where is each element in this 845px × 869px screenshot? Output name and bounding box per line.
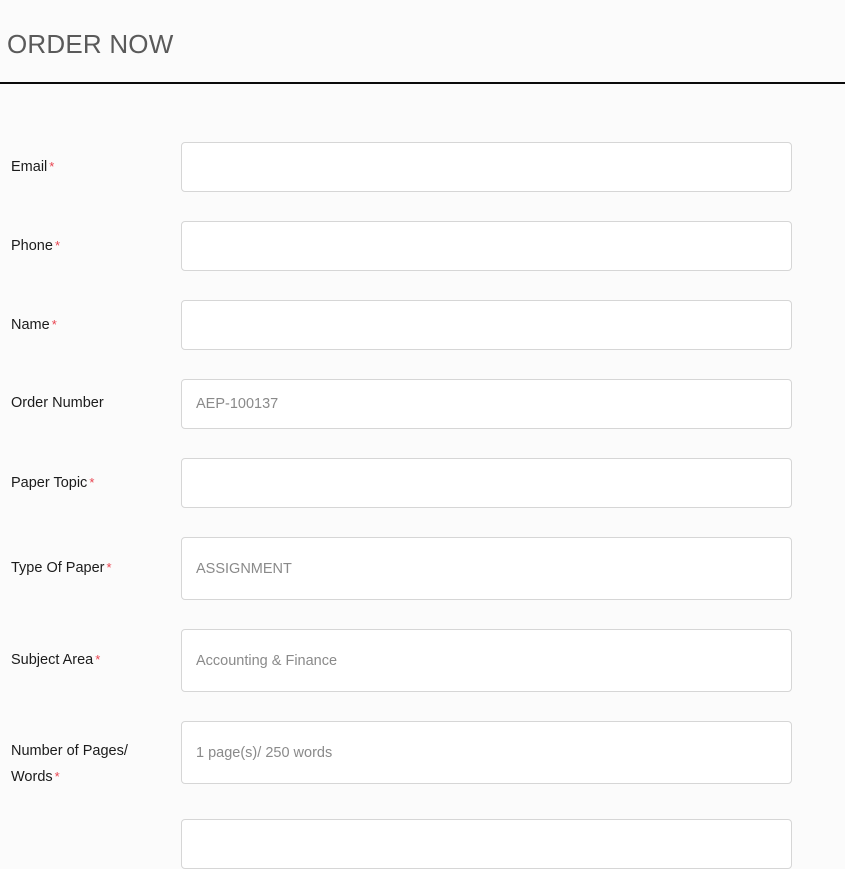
field-label-text: Subject Area	[11, 652, 94, 668]
field-input[interactable]	[181, 458, 792, 508]
field-value: Accounting & Finance	[196, 652, 338, 669]
field-label-text: Name	[11, 317, 50, 333]
required-asterisk: *	[54, 769, 60, 784]
field-value: 1 page(s)/ 250 words	[196, 744, 333, 761]
required-asterisk: *	[106, 560, 112, 575]
form-row: Subject Area * Accounting & Finance	[0, 629, 845, 692]
field-input[interactable]	[181, 221, 792, 271]
form-row: Paper Topic *	[0, 458, 845, 508]
field-label: Order Number	[0, 379, 181, 416]
field-value: AEP-100137	[196, 396, 279, 412]
field-input[interactable]	[181, 819, 792, 869]
field-label-text: Email	[11, 159, 48, 175]
field-label-text: Phone	[11, 238, 53, 254]
field-value: ASSIGNMENT	[196, 560, 292, 577]
field-label-text: Order Number	[11, 395, 104, 411]
form-row: Phone *	[0, 221, 845, 271]
form-row	[0, 819, 845, 869]
form-row: Type Of Paper * ASSIGNMENT	[0, 537, 845, 600]
field-label: Paper Topic *	[0, 458, 181, 496]
required-asterisk: *	[51, 317, 57, 332]
field-label: Type Of Paper *	[0, 537, 181, 581]
form-row: Name *	[0, 300, 845, 350]
page-title: ORDER NOW	[7, 29, 174, 59]
field-label-text: Number of Pages/ Words	[11, 743, 128, 785]
field-input[interactable]: AEP-100137	[181, 379, 792, 429]
field-select[interactable]: Accounting & Finance	[181, 629, 792, 692]
required-asterisk: *	[49, 159, 55, 174]
order-form: Email * Phone * Name * Order Number AEP-100137 P…	[0, 84, 845, 869]
field-label: Phone *	[0, 221, 181, 259]
required-asterisk: *	[54, 238, 60, 253]
field-label-text: Type Of Paper	[11, 560, 105, 576]
field-select[interactable]: 1 page(s)/ 250 words	[181, 721, 792, 784]
required-asterisk: *	[95, 652, 101, 667]
field-label: Subject Area *	[0, 629, 181, 673]
form-row: Order Number AEP-100137	[0, 379, 845, 429]
field-label	[0, 819, 181, 831]
field-input[interactable]	[181, 142, 792, 192]
page-header: ORDER NOW	[0, 0, 845, 82]
required-asterisk: *	[89, 475, 95, 490]
form-row: Email *	[0, 142, 845, 192]
field-label: Name *	[0, 300, 181, 338]
field-label-text: Paper Topic	[11, 475, 88, 491]
field-label: Number of Pages/ Words *	[0, 721, 181, 790]
field-label: Email *	[0, 142, 181, 180]
field-input[interactable]	[181, 300, 792, 350]
form-row: Number of Pages/ Words * 1 page(s)/ 250 wo…	[0, 721, 845, 790]
field-select[interactable]: ASSIGNMENT	[181, 537, 792, 600]
